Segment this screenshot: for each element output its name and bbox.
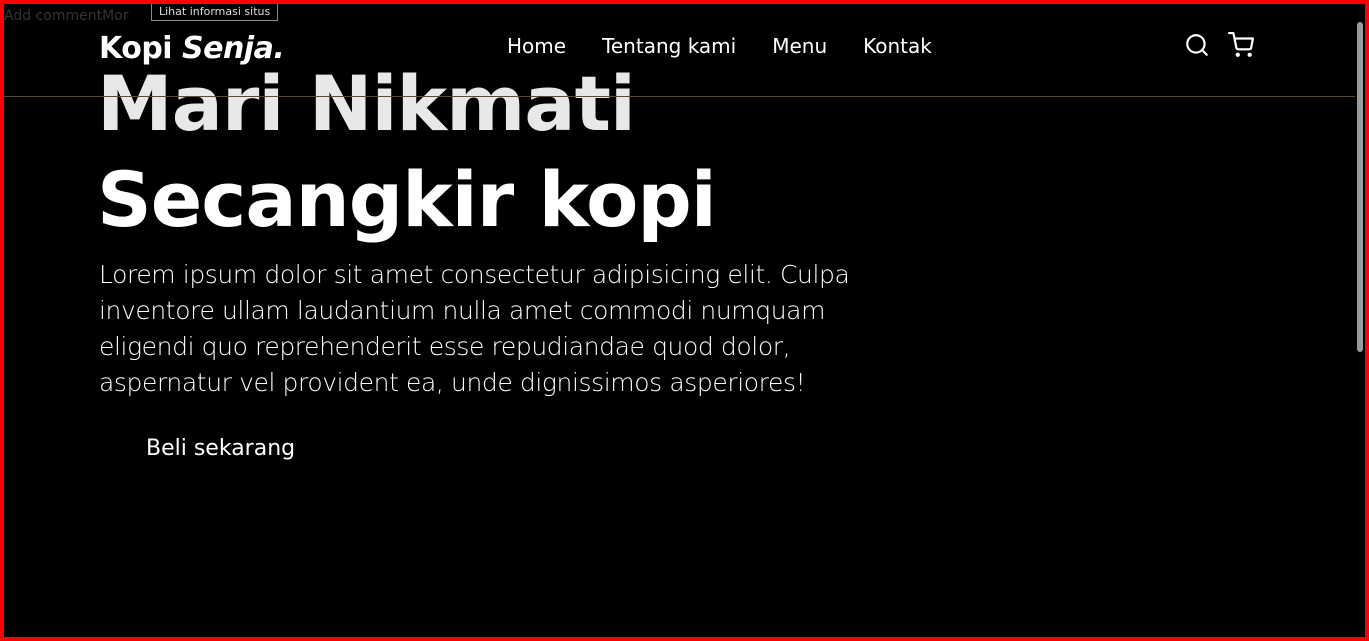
browser-viewport: Add commentMor Lihat informasi situs Kop… [4, 4, 1365, 637]
nav-links: Home Tentang kami Menu Kontak [507, 34, 968, 58]
nav-menu[interactable]: Menu [772, 34, 827, 58]
logo-main-text: Kopi [99, 31, 173, 66]
scrollbar-thumb[interactable] [1357, 22, 1363, 352]
logo[interactable]: Kopi Senja. [99, 31, 285, 66]
buy-now-button[interactable]: Beli sekarang [146, 436, 295, 461]
nav-contact[interactable]: Kontak [863, 34, 932, 58]
hero-description: Lorem ipsum dolor sit amet consectetur a… [99, 260, 850, 397]
cart-icon[interactable] [1228, 32, 1254, 58]
hero-title-line2: Secangkir kopi [97, 155, 717, 244]
nav-home[interactable]: Home [507, 34, 566, 58]
nav-icons [1184, 32, 1254, 58]
logo-italic-text: Senja. [182, 31, 285, 66]
nav-about[interactable]: Tentang kami [602, 34, 736, 58]
search-icon[interactable] [1184, 32, 1210, 58]
navbar: Kopi Senja. Home Tentang kami Menu Konta… [4, 4, 1355, 97]
scrollbar[interactable] [1355, 4, 1365, 637]
